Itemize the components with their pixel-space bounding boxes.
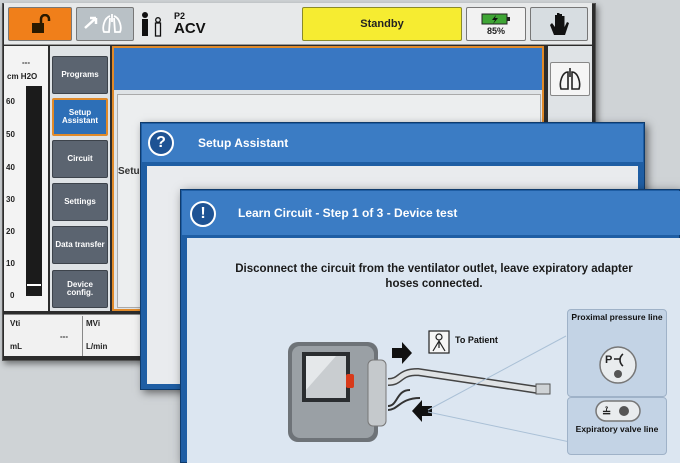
instruction-line-2: hoses connected. <box>385 277 483 290</box>
proximal-pressure-label: Proximal pressure line <box>571 312 663 322</box>
ventilation-mode-label: ACV <box>174 20 206 37</box>
main-panel-header <box>114 48 542 90</box>
menu-settings-button[interactable]: Settings <box>52 183 108 221</box>
vti-label: Vti <box>10 319 21 328</box>
info-alert-icon: ! <box>190 201 216 227</box>
circuit-illustration <box>288 335 570 443</box>
standby-status-button[interactable]: Standby <box>302 7 462 41</box>
pressure-tick: 30 <box>6 195 15 204</box>
adult-child-icon <box>142 12 162 37</box>
lungs-icon <box>559 68 581 90</box>
inlet-arrow-icon <box>412 400 432 422</box>
outlet-arrow-icon <box>392 342 412 364</box>
lock-button[interactable] <box>8 7 72 41</box>
menu-circuit-button[interactable]: Circuit <box>52 140 108 178</box>
alarm-pause-button[interactable] <box>530 7 588 41</box>
standby-label: Standby <box>360 18 404 30</box>
svg-text:P: P <box>605 354 612 366</box>
setup-assistant-title: Setup Assistant <box>198 136 289 150</box>
lungs-view-button[interactable] <box>550 62 590 96</box>
pressure-tick: 0 <box>10 291 15 300</box>
pressure-level-line <box>27 284 41 286</box>
learn-circuit-header: ! Learn Circuit - Step 1 of 3 - Device t… <box>182 191 680 235</box>
mvi-label: MVi <box>86 319 101 328</box>
pressure-tick: 10 <box>6 259 15 268</box>
menu-setup-assistant-button[interactable]: Setup Assistant <box>52 98 108 136</box>
pressure-tick: 20 <box>6 227 15 236</box>
unlock-icon <box>32 14 51 33</box>
mvi-unit: L/min <box>86 342 108 351</box>
vti-value: --- <box>60 332 68 341</box>
patient-profile-indicator[interactable]: P2 ACV <box>138 7 298 41</box>
question-icon: ? <box>148 130 174 156</box>
to-patient-label: To Patient <box>455 335 498 345</box>
pressure-tick: 60 <box>6 97 15 106</box>
battery-indicator: 85% <box>466 7 526 41</box>
pressure-tick: 50 <box>6 130 15 139</box>
arrow-lungs-icon <box>84 14 122 33</box>
battery-charging-icon <box>481 13 510 25</box>
vti-unit: mL <box>10 342 22 351</box>
hose-icon <box>387 367 551 411</box>
pressure-top-marker: --- <box>22 58 30 67</box>
svg-text:≟: ≟ <box>602 406 611 419</box>
expiratory-port-icon: ≟ <box>595 400 641 422</box>
expiratory-valve-label: Expiratory valve line <box>575 424 659 434</box>
battery-percent: 85% <box>486 26 505 36</box>
pressure-bar <box>26 86 42 296</box>
proximal-port-icon: P <box>599 346 637 384</box>
monitor-divider <box>82 316 83 356</box>
menu-data-transfer-button[interactable]: Data transfer <box>52 226 108 264</box>
learn-circuit-title: Learn Circuit - Step 1 of 3 - Device tes… <box>238 206 458 220</box>
pressure-unit-label: cm H2O <box>7 72 38 81</box>
top-status-bar: P2 ACV Standby 85% <box>4 3 592 45</box>
patient-icon <box>428 330 450 354</box>
lungs-button[interactable] <box>76 7 134 41</box>
instruction-line-1: Disconnect the circuit from the ventilat… <box>235 263 633 275</box>
menu-programs-button[interactable]: Programs <box>52 56 108 94</box>
instruction-text: Disconnect the circuit from the ventilat… <box>192 262 676 292</box>
setup-assistant-header: ? Setup Assistant <box>142 124 643 162</box>
ventilator-device-icon <box>288 342 387 442</box>
pressure-tick: 40 <box>6 163 15 172</box>
setup-text-fragment: Setu <box>118 166 140 177</box>
menu-device-config-button[interactable]: Device config. <box>52 270 108 308</box>
hand-stop-icon <box>550 13 569 35</box>
